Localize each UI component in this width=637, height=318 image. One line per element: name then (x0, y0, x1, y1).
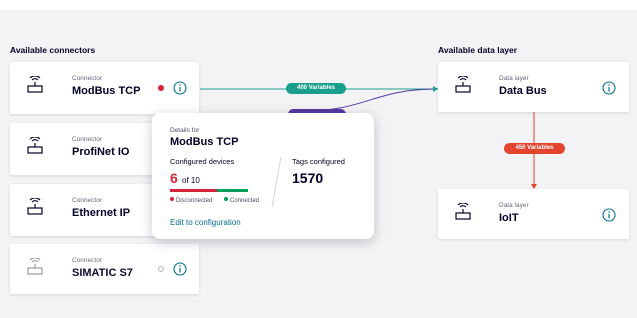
status-dot-icon (158, 85, 164, 91)
info-circle-icon[interactable] (173, 81, 187, 95)
connector-name: Ethernet IP (72, 207, 131, 219)
connector-name: ProfiNet IO (72, 146, 130, 158)
antenna-device-icon (27, 76, 43, 93)
data-layer-name: IoIT (499, 212, 519, 224)
legend-connected: Connected (224, 197, 259, 204)
configured-devices-label: Configured devices (170, 157, 235, 166)
connector-type-label: Connector (72, 197, 102, 204)
red-dot-icon (170, 197, 174, 201)
link-badge-modbus-databus[interactable]: 400 Variables (286, 83, 346, 94)
connector-name: SIMATIC S7 (72, 267, 133, 279)
connector-type-label: Connector (72, 257, 102, 264)
antenna-device-icon (455, 76, 471, 93)
info-circle-icon[interactable] (602, 208, 616, 222)
tags-configured-value: 1570 (292, 170, 324, 186)
edit-configuration-link[interactable]: Edit to configuration (170, 218, 241, 227)
green-dot-icon (224, 197, 228, 201)
connector-card-simatic-s7[interactable]: Connector SIMATIC S7 (10, 244, 199, 294)
connector-type-label: Connector (72, 136, 102, 143)
antenna-device-icon (27, 137, 43, 154)
legend-connected-label: Connected (230, 198, 260, 204)
connector-card-modbus-tcp[interactable]: Connector ModBus TCP (10, 62, 199, 114)
connector-details-popover: Details for ModBus TCP Configured device… (152, 113, 374, 239)
tags-configured-label: Tags configured (292, 157, 345, 166)
legend-disconnected-label: Disconnected (176, 198, 213, 204)
divider (271, 157, 282, 207)
info-circle-icon[interactable] (602, 81, 616, 95)
connected-progress-bar (217, 189, 248, 192)
popover-subtitle: Details for (170, 127, 200, 134)
configured-devices-total: of 10 (182, 176, 200, 185)
legend-disconnected: Disconnected (170, 197, 212, 204)
data-layer-type-label: Data layer (499, 75, 529, 82)
status-dot-icon (158, 266, 164, 272)
data-layer-name: Data Bus (499, 85, 547, 97)
data-layer-card-data-bus[interactable]: Data layer Data Bus (438, 62, 629, 112)
data-layer-type-label: Data layer (499, 202, 529, 209)
disconnected-progress-bar (170, 189, 217, 192)
antenna-device-icon (455, 203, 471, 220)
connector-name: ModBus TCP (72, 85, 141, 97)
link-badge-databus-ioit[interactable]: 450 Variables (504, 143, 565, 154)
configured-devices-count: 6 (170, 170, 178, 186)
popover-title: ModBus TCP (170, 136, 239, 148)
info-circle-icon[interactable] (173, 262, 187, 276)
connector-type-label: Connector (72, 75, 102, 82)
antenna-device-icon (27, 198, 43, 215)
antenna-device-icon (27, 258, 43, 275)
data-layer-card-ioit[interactable]: Data layer IoIT (438, 189, 629, 239)
